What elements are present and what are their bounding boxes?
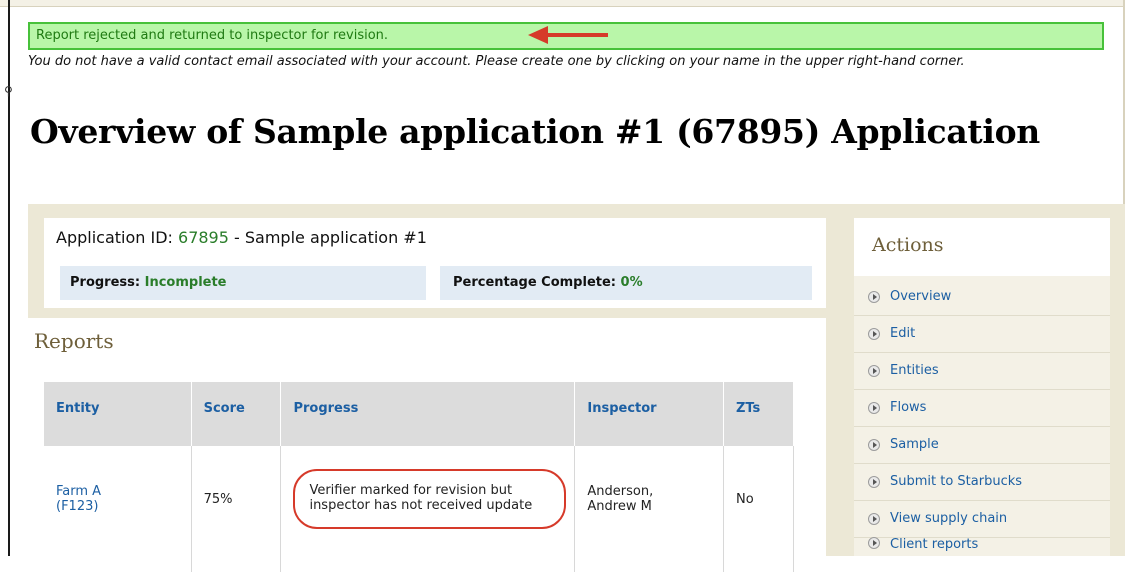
reports-header-row: Entity Score Progress Inspector ZTs — [44, 382, 795, 434]
action-edit[interactable]: Edit — [868, 315, 1108, 352]
reports-table: Entity Score Progress Inspector ZTs Farm… — [44, 382, 795, 572]
action-submit-to-starbucks[interactable]: Submit to Starbucks — [868, 463, 1108, 500]
play-circle-icon — [868, 327, 880, 340]
progress-annotation-oval: Verifier marked for revision but inspect… — [293, 469, 567, 529]
play-circle-icon — [868, 364, 880, 377]
play-circle-icon — [868, 512, 880, 525]
column-header-progress[interactable]: Progress — [280, 382, 576, 434]
column-header-zts[interactable]: ZTs — [723, 382, 795, 434]
application-id-value: 67895 — [178, 228, 229, 247]
progress-value: Incomplete — [144, 275, 227, 290]
action-view-supply-chain[interactable]: View supply chain — [868, 500, 1108, 537]
percentage-text: Percentage Complete: 0% — [453, 275, 643, 290]
action-entities[interactable]: Entities — [868, 352, 1108, 389]
action-label[interactable]: Flows — [890, 400, 926, 415]
inspector-cell: Anderson, Andrew M — [574, 446, 724, 552]
reports-heading: Reports — [34, 329, 114, 353]
action-client-reports[interactable]: Client reports — [868, 537, 1108, 556]
entity-link[interactable]: Farm A (F123) — [56, 484, 101, 514]
action-label[interactable]: Entities — [890, 363, 939, 378]
score-cell: 75% — [191, 446, 282, 552]
status-alert-message: Report rejected and returned to inspecto… — [36, 28, 389, 43]
inspector-first-name: Andrew M — [587, 499, 652, 514]
action-label[interactable]: Sample — [890, 437, 939, 452]
header-separator-row — [44, 434, 795, 446]
actions-title: Actions — [872, 234, 944, 256]
play-circle-icon — [868, 438, 880, 451]
action-sample[interactable]: Sample — [868, 426, 1108, 463]
inspector-last-name: Anderson, — [587, 484, 654, 499]
application-name: - Sample application #1 — [234, 228, 427, 247]
progress-cell: Verifier marked for revision but inspect… — [280, 446, 576, 552]
entity-cell[interactable]: Farm A (F123) — [44, 446, 192, 552]
play-circle-icon — [868, 290, 880, 303]
application-id-line: Application ID: 67895 - Sample applicati… — [56, 228, 427, 247]
zts-cell: No — [723, 446, 795, 552]
action-label[interactable]: View supply chain — [890, 511, 1007, 526]
column-header-inspector[interactable]: Inspector — [574, 382, 724, 434]
play-circle-icon — [868, 475, 880, 488]
progress-box: Progress: Incomplete — [60, 266, 426, 300]
column-header-score[interactable]: Score — [191, 382, 282, 434]
action-flows[interactable]: Flows — [868, 389, 1108, 426]
cursor-icon: ⚲ — [4, 84, 13, 98]
play-circle-icon — [868, 537, 880, 549]
page-title: Overview of Sample application #1 (67895… — [30, 112, 1040, 151]
entity-code[interactable]: (F123) — [56, 499, 98, 514]
annotation-arrow-icon — [528, 26, 608, 44]
progress-status-text: Verifier marked for revision but inspect… — [309, 483, 533, 513]
progress-label: Progress: — [70, 275, 141, 290]
progress-text: Progress: Incomplete — [70, 275, 227, 290]
percentage-box: Percentage Complete: 0% — [440, 266, 812, 300]
action-label[interactable]: Edit — [890, 326, 915, 341]
window-top-edge — [0, 0, 1125, 7]
play-circle-icon — [868, 401, 880, 414]
action-label[interactable]: Submit to Starbucks — [890, 474, 1022, 489]
application-id-label: Application ID: — [56, 228, 173, 247]
action-overview[interactable]: Overview — [868, 278, 1108, 315]
table-row-partial — [44, 552, 795, 572]
column-header-entity[interactable]: Entity — [44, 382, 192, 434]
table-row: Farm A (F123) 75% Verifier marked for re… — [44, 446, 795, 552]
percentage-label: Percentage Complete: — [453, 275, 616, 290]
action-label[interactable]: Client reports — [890, 537, 978, 552]
entity-name[interactable]: Farm A — [56, 484, 101, 499]
action-label[interactable]: Overview — [890, 289, 951, 304]
percentage-value: 0% — [620, 275, 643, 290]
email-notice: You do not have a valid contact email as… — [28, 54, 965, 69]
